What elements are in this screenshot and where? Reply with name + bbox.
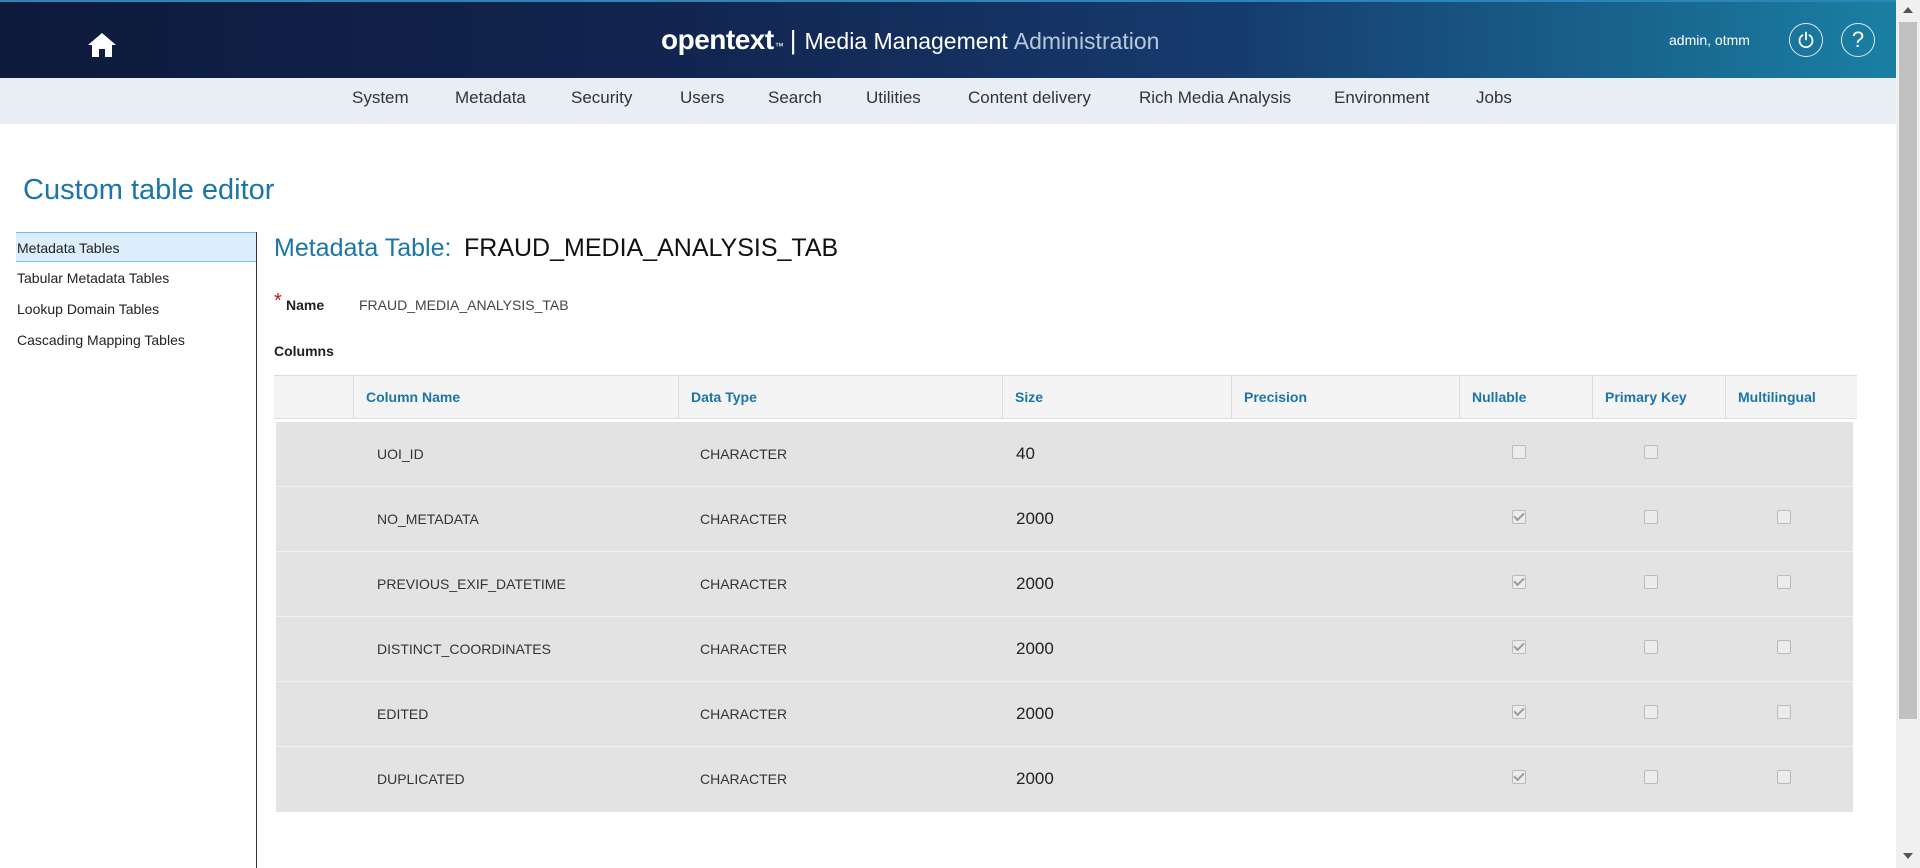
scroll-thumb[interactable]: [1899, 22, 1917, 719]
cell-data-type: CHARACTER: [700, 706, 788, 722]
sidebar-item-tabular-metadata-tables[interactable]: Tabular Metadata Tables: [16, 263, 256, 293]
app-header: opentext ™ | Media Management Administra…: [0, 0, 1896, 78]
columns-table-body: UOI_ID CHARACTER 40 NO_METADATA CHARACTE…: [276, 422, 1853, 812]
help-button[interactable]: ?: [1841, 23, 1875, 57]
power-icon: [1798, 31, 1814, 49]
nav-security[interactable]: Security: [571, 88, 632, 108]
primary-key-checkbox[interactable]: [1644, 510, 1658, 524]
nullable-checkbox[interactable]: [1512, 575, 1526, 589]
home-icon: [88, 33, 116, 57]
cell-column-name: EDITED: [377, 706, 429, 722]
cell-size: 2000: [1016, 574, 1054, 593]
nav-rich-media-analysis[interactable]: Rich Media Analysis: [1139, 88, 1291, 108]
home-button[interactable]: [84, 30, 120, 60]
product-name: Media Management: [804, 28, 1008, 54]
main-nav: System Metadata Security Users Search Ut…: [0, 78, 1896, 124]
cell-data-type: CHARACTER: [700, 771, 788, 787]
primary-key-checkbox[interactable]: [1644, 770, 1658, 784]
multilingual-checkbox[interactable]: [1777, 705, 1791, 719]
primary-key-checkbox[interactable]: [1644, 575, 1658, 589]
nav-search[interactable]: Search: [768, 88, 822, 108]
cell-data-type: CHARACTER: [700, 576, 788, 592]
nav-system[interactable]: System: [352, 88, 409, 108]
page-title: Custom table editor: [23, 174, 275, 206]
nullable-checkbox[interactable]: [1512, 770, 1526, 784]
nav-utilities[interactable]: Utilities: [866, 88, 921, 108]
opentext-logo: opentext: [661, 24, 774, 55]
cell-data-type: CHARACTER: [700, 446, 788, 462]
product-brand: opentext ™ | Media Management Administra…: [661, 24, 1159, 58]
table-row[interactable]: EDITED CHARACTER 2000: [276, 682, 1853, 747]
cell-column-name: DUPLICATED: [377, 771, 465, 787]
logout-button[interactable]: [1789, 23, 1823, 57]
primary-key-checkbox[interactable]: [1644, 640, 1658, 654]
nullable-checkbox[interactable]: [1512, 445, 1526, 459]
table-row[interactable]: UOI_ID CHARACTER 40: [276, 422, 1853, 487]
sidebar-item-metadata-tables[interactable]: Metadata Tables: [16, 232, 256, 262]
sidebar: Metadata Tables Tabular Metadata Tables …: [16, 232, 257, 868]
arrow-up-icon: [1903, 7, 1913, 13]
cell-data-type: CHARACTER: [700, 511, 788, 527]
cell-column-name: DISTINCT_COORDINATES: [377, 641, 551, 657]
section-name: Administration: [1013, 28, 1160, 54]
columns-label: Columns: [274, 343, 334, 359]
cell-column-name: PREVIOUS_EXIF_DATETIME: [377, 576, 566, 592]
nullable-checkbox[interactable]: [1512, 705, 1526, 719]
cell-column-name: NO_METADATA: [377, 511, 479, 527]
multilingual-checkbox[interactable]: [1777, 770, 1791, 784]
nullable-checkbox[interactable]: [1512, 510, 1526, 524]
metadata-table-label: Metadata Table:: [274, 234, 452, 262]
table-row[interactable]: DISTINCT_COORDINATES CHARACTER 2000: [276, 617, 1853, 682]
scroll-up-button[interactable]: [1896, 0, 1920, 20]
sidebar-item-cascading-mapping-tables[interactable]: Cascading Mapping Tables: [16, 325, 256, 355]
name-label: Name: [286, 297, 325, 313]
primary-key-checkbox[interactable]: [1644, 445, 1658, 459]
nav-jobs[interactable]: Jobs: [1476, 88, 1512, 108]
header-column-name[interactable]: Column Name: [353, 376, 678, 418]
cell-size: 2000: [1016, 704, 1054, 723]
header-select-column: [274, 376, 353, 418]
logo-trademark: ™: [774, 41, 784, 51]
table-row[interactable]: PREVIOUS_EXIF_DATETIME CHARACTER 2000: [276, 552, 1853, 617]
columns-table-header: Column Name Data Type Size Precision Nul…: [274, 375, 1857, 419]
multilingual-checkbox[interactable]: [1777, 575, 1791, 589]
scroll-down-button[interactable]: [1896, 846, 1920, 866]
cell-column-name: UOI_ID: [377, 446, 424, 462]
sidebar-item-lookup-domain-tables[interactable]: Lookup Domain Tables: [16, 294, 256, 324]
header-data-type[interactable]: Data Type: [678, 376, 1002, 418]
header-precision[interactable]: Precision: [1231, 376, 1459, 418]
help-icon: ?: [1851, 27, 1865, 52]
header-primary-key[interactable]: Primary Key: [1592, 376, 1725, 418]
name-value: FRAUD_MEDIA_ANALYSIS_TAB: [359, 297, 569, 313]
cell-size: 2000: [1016, 639, 1054, 658]
primary-key-checkbox[interactable]: [1644, 705, 1658, 719]
header-nullable[interactable]: Nullable: [1459, 376, 1592, 418]
cell-data-type: CHARACTER: [700, 641, 788, 657]
nav-content-delivery[interactable]: Content delivery: [968, 88, 1091, 108]
table-row[interactable]: DUPLICATED CHARACTER 2000: [276, 747, 1853, 812]
cell-size: 2000: [1016, 769, 1054, 788]
header-size[interactable]: Size: [1002, 376, 1231, 418]
cell-size: 40: [1016, 444, 1035, 463]
current-user: admin, otmm: [1669, 32, 1750, 48]
header-multilingual[interactable]: Multilingual: [1725, 376, 1857, 418]
page-scrollbar[interactable]: [1896, 0, 1920, 868]
nav-metadata[interactable]: Metadata: [455, 88, 526, 108]
multilingual-checkbox[interactable]: [1777, 510, 1791, 524]
nav-environment[interactable]: Environment: [1334, 88, 1429, 108]
nav-users[interactable]: Users: [680, 88, 724, 108]
nullable-checkbox[interactable]: [1512, 640, 1526, 654]
multilingual-checkbox[interactable]: [1777, 640, 1791, 654]
table-row[interactable]: NO_METADATA CHARACTER 2000: [276, 487, 1853, 552]
brand-separator: |: [789, 25, 797, 55]
metadata-table-value: FRAUD_MEDIA_ANALYSIS_TAB: [464, 234, 839, 262]
required-marker: *: [274, 290, 282, 312]
arrow-down-icon: [1903, 853, 1913, 859]
cell-size: 2000: [1016, 509, 1054, 528]
